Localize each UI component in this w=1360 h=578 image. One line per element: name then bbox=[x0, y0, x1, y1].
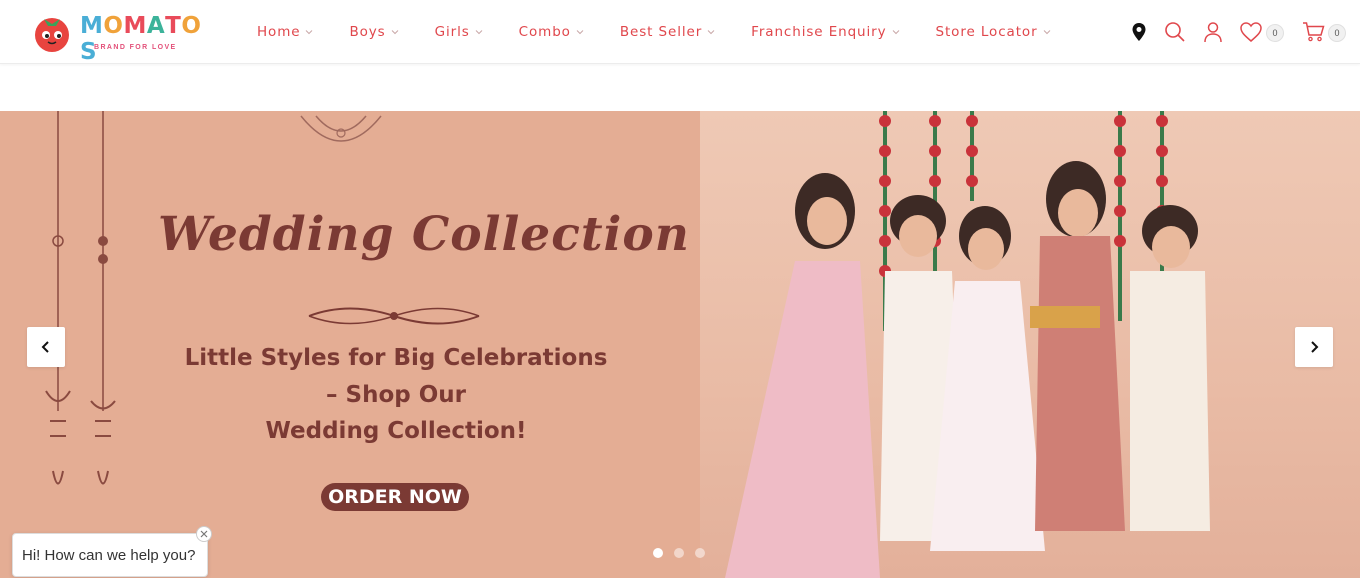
close-icon bbox=[200, 530, 208, 538]
chevron-left-icon bbox=[41, 341, 49, 353]
user-icon bbox=[1204, 22, 1222, 43]
account-button[interactable] bbox=[1200, 18, 1226, 46]
search-icon bbox=[1165, 22, 1185, 42]
hanging-lamp-right-icon bbox=[90, 111, 116, 485]
slider-dot[interactable] bbox=[674, 548, 684, 558]
cart-count-badge: 0 bbox=[1328, 24, 1346, 42]
nav-item-label: Home bbox=[257, 24, 301, 40]
search-button[interactable] bbox=[1162, 18, 1188, 46]
tomato-mascot-icon bbox=[35, 18, 69, 52]
kids-wedding-collection-photo bbox=[700, 111, 1360, 578]
site-header: MOMATOS BRAND FOR LOVE Home Boys Girls C… bbox=[0, 0, 1360, 65]
chat-widget-greeting[interactable]: Hi! How can we help you? bbox=[12, 533, 208, 577]
mandala-ornament-icon bbox=[300, 115, 382, 142]
order-now-button[interactable]: ORDER NOW bbox=[321, 483, 469, 511]
nav-item-store-locator[interactable]: Store Locator bbox=[936, 22, 1051, 42]
nav-item-label: Franchise Enquiry bbox=[751, 24, 887, 40]
kids-photo-illustration bbox=[725, 111, 1210, 578]
map-pin-icon bbox=[1132, 23, 1146, 41]
nav-item-label: Boys bbox=[349, 24, 386, 40]
chevron-down-icon bbox=[391, 30, 398, 35]
slider-next-button[interactable] bbox=[1295, 327, 1333, 367]
heart-icon bbox=[1240, 22, 1262, 42]
banner-subtitle-line: Wedding Collection! bbox=[265, 418, 527, 444]
cart-icon bbox=[1303, 22, 1325, 42]
chevron-right-icon bbox=[1311, 341, 1319, 353]
cart-button[interactable] bbox=[1301, 18, 1327, 46]
nav-item-boys[interactable]: Boys bbox=[349, 22, 398, 42]
brand-wordmark: MOMATOS bbox=[80, 13, 202, 65]
nav-item-label: Girls bbox=[434, 24, 470, 40]
main-nav: Home Boys Girls Combo Best Seller Franch… bbox=[257, 22, 1087, 42]
banner-subtitle-line: Little Styles for Big Celebrations bbox=[184, 345, 608, 371]
nav-item-label: Store Locator bbox=[935, 24, 1038, 40]
chevron-down-icon bbox=[707, 30, 715, 35]
chevron-down-icon bbox=[1043, 30, 1050, 35]
slider-dot[interactable] bbox=[653, 548, 663, 558]
hero-banner-slider[interactable]: Wedding Collection Little Styles for Big… bbox=[0, 111, 1360, 578]
brand-tagline: BRAND FOR LOVE bbox=[94, 44, 177, 51]
chevron-down-icon bbox=[306, 30, 313, 35]
chat-close-button[interactable] bbox=[196, 526, 212, 542]
banner-subtitle: Little Styles for Big Celebrations – Sho… bbox=[168, 340, 624, 450]
nav-item-best-seller[interactable]: Best Seller bbox=[620, 22, 715, 42]
slider-dot[interactable] bbox=[695, 548, 705, 558]
nav-item-girls[interactable]: Girls bbox=[435, 22, 483, 42]
nav-item-label: Combo bbox=[518, 24, 571, 40]
nav-item-franchise-enquiry[interactable]: Franchise Enquiry bbox=[751, 22, 899, 42]
slider-prev-button[interactable] bbox=[27, 327, 65, 367]
hanging-lamp-left-icon bbox=[45, 111, 71, 485]
slider-dots bbox=[653, 548, 716, 558]
banner-title: Wedding Collection bbox=[158, 207, 690, 262]
banner-subtitle-line: – Shop Our bbox=[326, 381, 466, 408]
nav-item-label: Best Seller bbox=[619, 24, 703, 40]
nav-item-home[interactable]: Home bbox=[257, 22, 313, 42]
wishlist-button[interactable] bbox=[1238, 18, 1264, 46]
flourish-divider-icon bbox=[308, 307, 480, 325]
wishlist-count-badge: 0 bbox=[1266, 24, 1284, 42]
nav-item-combo[interactable]: Combo bbox=[519, 22, 584, 42]
chevron-down-icon bbox=[576, 30, 584, 35]
chat-greeting-text: Hi! How can we help you? bbox=[22, 546, 196, 564]
store-location-button[interactable] bbox=[1126, 18, 1152, 46]
brand-logo[interactable]: MOMATOS BRAND FOR LOVE bbox=[30, 7, 205, 65]
chevron-down-icon bbox=[475, 30, 483, 35]
chevron-down-icon bbox=[892, 30, 899, 35]
